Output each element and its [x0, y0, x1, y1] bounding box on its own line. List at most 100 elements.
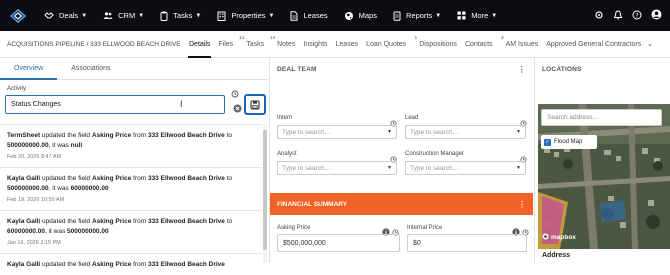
tab-dispositions[interactable]: Dispositions: [415, 31, 461, 58]
activity-from: 333 Ellwood Beach Drive: [147, 218, 225, 225]
people-icon: [103, 11, 118, 20]
help-icon[interactable]: ?: [632, 7, 642, 25]
nav-label: More: [471, 11, 489, 20]
activity-t1: updated the field: [40, 175, 92, 182]
dropdown-arrow-icon: ▼: [516, 165, 521, 171]
asking-price-input[interactable]: $500,000,000: [277, 234, 400, 252]
activity-actor: Kayla Galli: [7, 175, 41, 182]
chevron-down-icon: ▼: [138, 12, 145, 19]
activity-t4: , it was: [44, 228, 68, 235]
svg-text:?: ?: [635, 12, 638, 19]
activity-entry: Kayla Galli updated the field Asking Pri…: [0, 253, 262, 275]
tab-associations[interactable]: Associations: [57, 58, 124, 79]
more-options-icon[interactable]: ⋮: [518, 65, 526, 74]
activity-filter-value: Status Changes: [11, 101, 61, 108]
activity-t3: to: [224, 132, 233, 139]
tab-overview[interactable]: Overview: [0, 58, 58, 80]
nav-label: Leases: [303, 11, 328, 20]
text-cursor-icon: I: [180, 99, 183, 109]
tab-leases[interactable]: Leases: [332, 31, 363, 58]
activity-t2: from: [131, 132, 148, 139]
breadcrumb[interactable]: ACQUISITIONS PIPELINE / 333 ELLWOOD BEAC…: [0, 41, 185, 48]
financial-summary-title: FINANCIAL SUMMARY: [277, 200, 348, 208]
activity-field: Asking Price: [91, 132, 132, 139]
save-button[interactable]: [244, 94, 266, 115]
tab-contacts[interactable]: Contacts 3: [461, 31, 504, 58]
internal-price-input[interactable]: $0: [407, 234, 527, 252]
tab-approved-general-contractors[interactable]: Approved General Contractors: [542, 31, 645, 58]
mapbox-attribution: mapbox: [542, 233, 576, 242]
deal-team-header: DEAL TEAM ⋮: [270, 58, 533, 80]
tab-label: Loan Quotes: [366, 40, 407, 48]
activity-entry: Kayla Galli updated the field Asking Pri…: [0, 210, 262, 253]
nav-reports[interactable]: Reports ▼: [385, 0, 449, 31]
tab-tasks[interactable]: Tasks 14: [242, 31, 275, 58]
nav-deals[interactable]: Deals ▼: [36, 0, 95, 31]
activity-t3: to: [224, 218, 233, 225]
tab-notes[interactable]: Notes: [273, 31, 299, 58]
address-label: Address: [535, 249, 670, 263]
clear-icon[interactable]: [233, 100, 242, 118]
app-logo[interactable]: [0, 0, 36, 31]
chevron-down-icon: ▼: [268, 12, 275, 19]
chevron-down-icon: ▼: [81, 12, 88, 19]
activity-timestamp: Feb 19, 2026 10:59 AM: [7, 197, 65, 203]
lead-label: Lead: [405, 115, 419, 121]
activity-t1: updated the field: [40, 218, 92, 225]
dropdown-arrow-icon: ▼: [387, 165, 392, 171]
more-options-icon[interactable]: ⋮: [518, 200, 526, 209]
flood-map-toggle[interactable]: ✓ Flood Map: [541, 135, 597, 149]
activity-t1: updated the field: [40, 261, 92, 268]
tab-label: Leases: [335, 40, 359, 48]
chevron-down-icon: ▼: [491, 12, 498, 19]
nav-maps[interactable]: Maps: [336, 0, 385, 31]
construction-manager-placeholder: Type to search...: [410, 164, 459, 172]
activity-panel: Overview Associations Activity Status Ch…: [0, 58, 268, 268]
tab-details[interactable]: Details: [185, 31, 214, 58]
record-header: ACQUISITIONS PIPELINE / 333 ELLWOOD BEAC…: [0, 31, 670, 58]
scrollbar-thumb[interactable]: [263, 130, 267, 250]
nav-tasks[interactable]: Tasks ▼: [152, 0, 209, 31]
activity-scrollbar[interactable]: [263, 124, 267, 263]
notifications-icon[interactable]: [613, 7, 623, 25]
activity-entry: Kayla Galli updated the field Asking Pri…: [0, 167, 262, 210]
nav-crm[interactable]: CRM ▼: [95, 0, 152, 31]
analyst-select[interactable]: Type to search... ▼: [277, 161, 397, 175]
activity-to: 500000000.00: [7, 185, 49, 192]
address-search-input[interactable]: Search address...: [541, 109, 662, 126]
construction-manager-label: Construction Manager: [405, 151, 465, 157]
nav-leases[interactable]: Leases: [282, 0, 335, 31]
tab-files[interactable]: Files 14: [214, 31, 244, 58]
tab-loan-quotes[interactable]: Loan Quotes 1: [362, 31, 417, 58]
intern-select[interactable]: Type to search... ▼: [277, 125, 397, 139]
activity-filter-input[interactable]: Status Changes I: [5, 95, 225, 114]
nav-properties[interactable]: Properties ▼: [209, 0, 282, 31]
activity-timestamp: Jan 16, 2026 2:15 PM: [7, 240, 61, 246]
tab-am-issues[interactable]: AM Issues: [502, 31, 543, 58]
nav-more[interactable]: More ▼: [449, 0, 505, 31]
checkbox-checked-icon[interactable]: ✓: [544, 138, 551, 146]
nav-label: Reports: [405, 11, 433, 20]
tab-label: Insights: [303, 40, 328, 48]
chevron-down-icon[interactable]: ⌄: [647, 40, 653, 48]
asking-price-label: Asking Price: [277, 225, 311, 231]
intern-placeholder: Type to search...: [282, 128, 331, 136]
activity-from: 333 Ellwood Beach Drive: [147, 175, 225, 182]
activity-field: Asking Price: [91, 261, 132, 268]
tab-label: Contacts: [464, 40, 493, 48]
tab-label: Files: [218, 40, 234, 48]
tab-label: Details: [189, 40, 211, 48]
tab-insights[interactable]: Insights: [299, 31, 331, 58]
record-tabs: Details Files 14 Tasks 14 Notes Insights Leases…: [185, 31, 645, 58]
handshake-icon: [44, 11, 59, 20]
user-avatar-icon[interactable]: [651, 7, 662, 25]
construction-manager-select[interactable]: Type to search... ▼: [405, 161, 526, 175]
locations-title: LOCATIONS: [542, 65, 582, 73]
tab-label: Tasks: [246, 40, 265, 48]
lead-select[interactable]: Type to search... ▼: [405, 125, 526, 139]
settings-icon[interactable]: [594, 7, 604, 25]
address-search-placeholder: Search address...: [547, 114, 598, 121]
globe-icon: [344, 11, 359, 21]
logo-icon: [9, 8, 27, 23]
activity-text: Kayla Galli updated the field Asking Pri…: [7, 217, 255, 237]
